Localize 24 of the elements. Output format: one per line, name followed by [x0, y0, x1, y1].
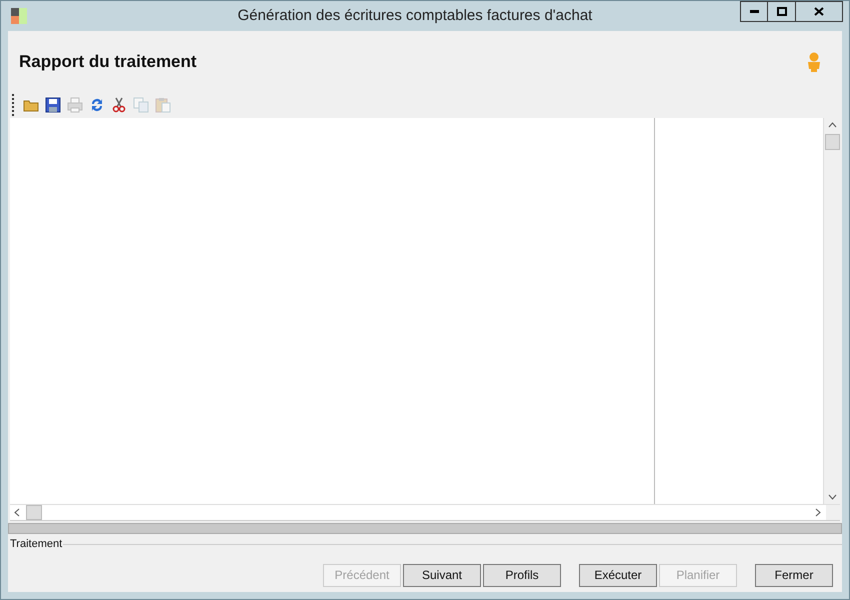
action-button[interactable]: Suivant [403, 564, 481, 586]
app-icon [11, 8, 27, 24]
scroll-down-icon[interactable] [828, 494, 836, 500]
close-icon [814, 7, 824, 16]
close-button[interactable] [796, 1, 843, 22]
maximize-icon [776, 7, 786, 16]
user-icon [806, 52, 822, 72]
minimize-icon [750, 10, 758, 13]
scroll-up-icon[interactable] [828, 122, 836, 128]
scroll-left-icon[interactable] [14, 508, 20, 517]
action-button[interactable]: Fermer [755, 564, 833, 586]
scissors-icon[interactable] [111, 96, 127, 112]
scroll-right-icon[interactable] [815, 508, 821, 517]
scroll-thumb[interactable] [824, 134, 840, 150]
window-title: Génération des écritures comptables factures d'achat [238, 6, 594, 26]
action-button[interactable]: Profils [483, 564, 561, 586]
scroll-thumb[interactable] [26, 505, 42, 520]
minimize-button[interactable] [740, 1, 768, 22]
group-label: Traitement [9, 537, 62, 552]
refresh-icon[interactable] [89, 96, 105, 112]
action-button[interactable]: Exécuter [579, 564, 657, 586]
maximize-button[interactable] [768, 1, 796, 22]
vertical-scrollbar[interactable] [823, 118, 840, 504]
page-title: Rapport du traitement [19, 51, 197, 74]
